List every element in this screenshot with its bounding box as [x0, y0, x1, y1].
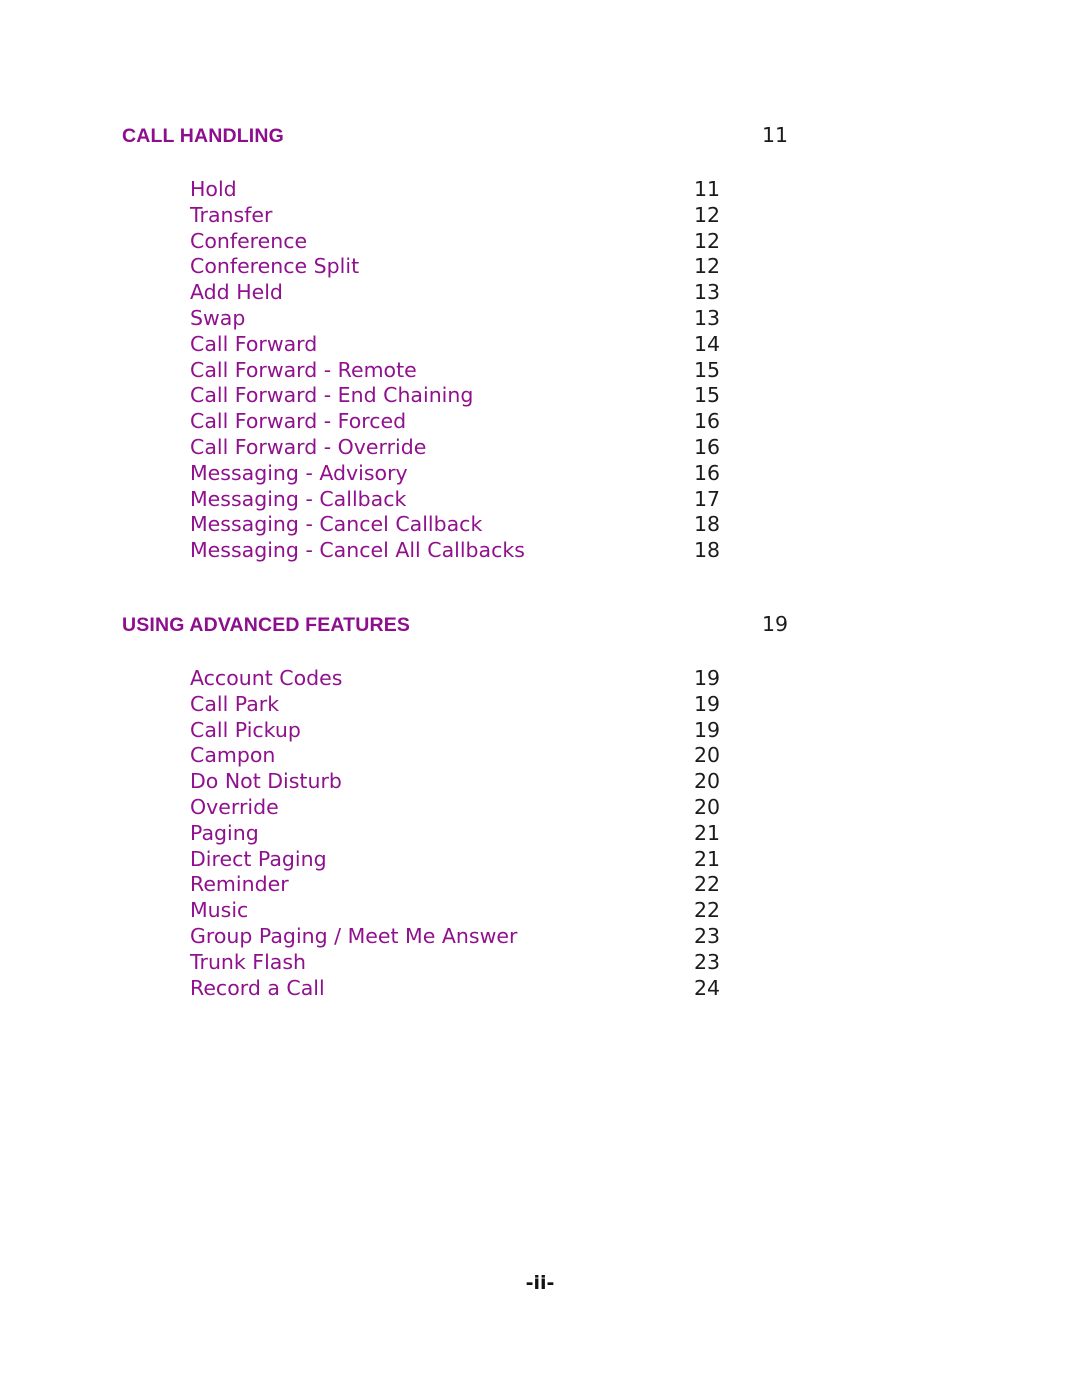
toc-entry[interactable]: Hold 11	[122, 177, 958, 203]
toc-entry[interactable]: Call Forward - Override 16	[122, 435, 958, 461]
entry-page-number: 21	[694, 820, 721, 845]
toc-entry[interactable]: Call Park 19	[122, 692, 958, 718]
toc-entry[interactable]: Call Forward 14	[122, 332, 958, 358]
toc-entry[interactable]: Call Pickup 19	[122, 718, 958, 744]
toc-entry[interactable]: Messaging - Advisory 16	[122, 461, 958, 487]
entry-page-number: 24	[694, 975, 721, 1000]
entry-title: Direct Paging	[190, 846, 327, 871]
entry-page-number: 22	[694, 898, 721, 923]
entry-page-number: 23	[694, 923, 721, 948]
entry-page-number: 19	[694, 691, 721, 716]
entry-title: Hold	[190, 177, 237, 201]
entry-page-number: 19	[694, 717, 721, 742]
toc-entry[interactable]: Campon 20	[122, 743, 958, 769]
entry-title: Swap	[190, 305, 246, 330]
entry-title: Account Codes	[190, 665, 343, 690]
section-page-number: 19	[762, 611, 789, 636]
entry-page-number: 18	[694, 538, 721, 563]
toc-entry[interactable]: Call Forward - Forced 16	[122, 409, 958, 435]
entry-title: Messaging - Cancel All Callbacks	[190, 538, 525, 563]
entry-title: Call Forward - Override	[190, 434, 427, 459]
entry-title: Reminder	[190, 872, 289, 897]
entry-page-number: 11	[694, 177, 721, 201]
toc-entry[interactable]: Messaging - Callback 17	[122, 487, 958, 513]
entry-page-number: 16	[694, 460, 721, 485]
entry-title: Call Forward	[190, 331, 318, 356]
toc-entry[interactable]: Conference Split 12	[122, 254, 958, 280]
entry-title: Group Paging / Meet Me Answer	[190, 923, 518, 948]
entry-title: Do Not Disturb	[190, 769, 342, 794]
entry-page-number: 15	[694, 383, 721, 408]
entry-title: Messaging - Cancel Callback	[190, 512, 483, 537]
toc-section-heading[interactable]: CALL HANDLING 11	[122, 122, 958, 149]
entry-title: Call Forward - Remote	[190, 357, 417, 382]
entry-title: Trunk Flash	[190, 949, 307, 974]
entry-title: Paging	[190, 820, 259, 845]
table-of-contents: CALL HANDLING 11 Hold 11 Transfer 12 Con…	[122, 122, 958, 1001]
entry-page-number: 13	[694, 305, 721, 330]
toc-entry[interactable]: Conference 12	[122, 229, 958, 255]
section-page-number: 11	[762, 123, 789, 147]
toc-entry[interactable]: Messaging - Cancel All Callbacks 18	[122, 538, 958, 564]
entry-page-number: 23	[694, 949, 721, 974]
entry-title: Messaging - Callback	[190, 486, 407, 511]
toc-entry[interactable]: Music 22	[122, 898, 958, 924]
entry-title: Messaging - Advisory	[190, 460, 408, 485]
entry-title: Override	[190, 794, 279, 819]
entry-page-number: 20	[694, 743, 721, 768]
toc-entry[interactable]: Direct Paging 21	[122, 847, 958, 873]
entry-page-number: 12	[694, 228, 721, 253]
entry-title: Call Forward - Forced	[190, 409, 407, 434]
toc-entry[interactable]: Reminder 22	[122, 872, 958, 898]
entry-page-number: 12	[694, 254, 721, 279]
toc-entry[interactable]: Do Not Disturb 20	[122, 769, 958, 795]
toc-entry[interactable]: Group Paging / Meet Me Answer 23	[122, 924, 958, 950]
entry-title: Music	[190, 898, 249, 923]
entry-page-number: 17	[694, 486, 721, 511]
entry-title: Call Pickup	[190, 717, 301, 742]
toc-section-heading[interactable]: USING ADVANCED FEATURES 19	[122, 611, 958, 638]
entry-title: Add Held	[190, 280, 283, 305]
toc-entry[interactable]: Paging 21	[122, 821, 958, 847]
toc-entry[interactable]: Record a Call 24	[122, 976, 958, 1002]
toc-entry-list: Hold 11 Transfer 12 Conference 12 Confer…	[122, 177, 958, 564]
entry-page-number: 15	[694, 357, 721, 382]
toc-entry[interactable]: Override 20	[122, 795, 958, 821]
section-title: CALL HANDLING	[122, 125, 284, 147]
document-page: CALL HANDLING 11 Hold 11 Transfer 12 Con…	[0, 0, 1080, 1397]
entry-title: Transfer	[190, 202, 273, 227]
toc-entry[interactable]: Call Forward - End Chaining 15	[122, 383, 958, 409]
toc-entry[interactable]: Account Codes 19	[122, 666, 958, 692]
toc-entry[interactable]: Add Held 13	[122, 280, 958, 306]
entry-page-number: 22	[694, 872, 721, 897]
entry-title: Campon	[190, 743, 276, 768]
toc-entry[interactable]: Call Forward - Remote 15	[122, 358, 958, 384]
toc-entry-list: Account Codes 19 Call Park 19 Call Picku…	[122, 666, 958, 1001]
entry-title: Conference Split	[190, 254, 360, 279]
entry-title: Call Forward - End Chaining	[190, 383, 474, 408]
toc-entry[interactable]: Messaging - Cancel Callback 18	[122, 512, 958, 538]
entry-page-number: 19	[694, 665, 721, 690]
entry-page-number: 13	[694, 280, 721, 305]
entry-page-number: 16	[694, 434, 721, 459]
page-footer: -ii-	[525, 1272, 555, 1294]
section-title: USING ADVANCED FEATURES	[122, 613, 411, 636]
entry-title: Record a Call	[190, 975, 325, 1000]
entry-page-number: 20	[694, 769, 721, 794]
entry-title: Call Park	[190, 691, 280, 716]
entry-page-number: 18	[694, 512, 721, 537]
entry-page-number: 14	[694, 331, 721, 356]
toc-entry[interactable]: Transfer 12	[122, 203, 958, 229]
toc-entry[interactable]: Swap 13	[122, 306, 958, 332]
entry-page-number: 21	[694, 846, 721, 871]
entry-page-number: 16	[694, 409, 721, 434]
entry-page-number: 20	[694, 794, 721, 819]
entry-title: Conference	[190, 228, 308, 253]
entry-page-number: 12	[694, 202, 721, 227]
toc-entry[interactable]: Trunk Flash 23	[122, 950, 958, 976]
